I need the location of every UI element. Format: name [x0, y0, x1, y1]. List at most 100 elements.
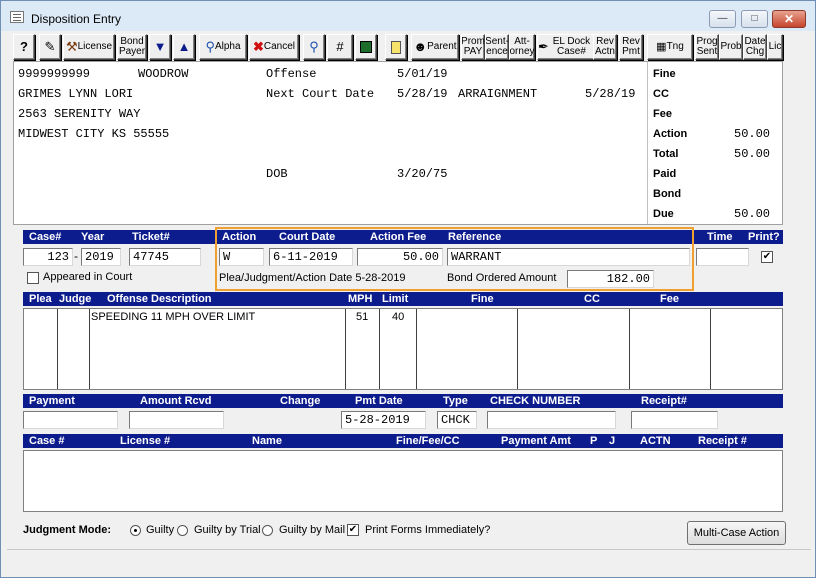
amount-rcvd-header: Amount Rcvd — [140, 395, 212, 407]
notepad-icon — [391, 40, 401, 54]
check-number-header: CHECK NUMBER — [490, 395, 581, 407]
move-up-button[interactable]: ▲ — [173, 34, 195, 60]
print-forms-checkbox[interactable]: ✔ — [347, 524, 359, 536]
magnifier-icon: ⚲ — [205, 39, 215, 54]
ticket-header: Ticket# — [132, 231, 170, 243]
number-button[interactable]: # — [327, 34, 353, 60]
payment-field[interactable] — [23, 411, 118, 429]
next-court-date2: 5/28/19 — [585, 87, 636, 101]
history-payment-header: Payment Amt — [501, 435, 571, 447]
parent-button[interactable]: ☻ Parent — [411, 34, 459, 60]
amount-rcvd-field[interactable] — [129, 411, 224, 429]
sentence-button[interactable]: Sent- ence — [485, 34, 509, 60]
edit-button[interactable]: ✎ — [39, 34, 61, 60]
date-chg-label: Date Chg — [744, 36, 766, 57]
red-x-icon: ✖ — [252, 39, 264, 54]
grid-column-divider — [345, 309, 346, 389]
action-total-label: Action — [653, 128, 688, 140]
check-number-field[interactable] — [487, 411, 616, 429]
number-label: # — [336, 39, 344, 54]
print-checkbox[interactable]: ✔ — [761, 251, 773, 263]
history-actn-header: ACTN — [640, 435, 671, 447]
rev-actn-button[interactable]: Rev Actn — [593, 34, 617, 60]
cancel-label: Cancel — [263, 41, 296, 52]
history-receipt-header: Receipt # — [698, 435, 747, 447]
totals-divider — [647, 62, 648, 224]
bond-payer-button[interactable]: Bond Payer — [117, 34, 147, 60]
double-up-arrow-icon: ▲ — [177, 39, 191, 54]
receipt-field[interactable] — [631, 411, 718, 429]
double-down-arrow-icon: ▼ — [153, 39, 167, 54]
license-button[interactable]: ⚒ License — [63, 34, 115, 60]
close-button[interactable]: ✕ — [772, 10, 806, 28]
alpha-label: Alpha — [214, 41, 241, 52]
lic-button[interactable]: Lic — [767, 34, 783, 60]
grid-column-divider — [710, 309, 711, 389]
pmt-date-field[interactable]: 5-28-2019 — [341, 411, 426, 429]
bond-label: Bond — [653, 188, 682, 200]
tools-icon: ⚒ — [65, 39, 78, 54]
cancel-button[interactable]: ✖ Cancel — [249, 34, 299, 60]
tng-button[interactable]: ▦ Tng — [647, 34, 693, 60]
search-button[interactable]: ⚲ — [303, 34, 325, 60]
multi-case-action-button[interactable]: Multi-Case Action — [687, 521, 786, 545]
payment-header: Payment — [29, 395, 75, 407]
due-value: 50.00 — [734, 207, 771, 221]
next-court-date: 5/28/19 — [397, 87, 448, 101]
limit-header: Limit — [382, 293, 409, 305]
type-field[interactable]: CHCK — [437, 411, 477, 429]
rev-actn-label: Rev Actn — [594, 36, 615, 57]
title-bar: Disposition Entry — □ ✕ — [1, 1, 815, 31]
save-button[interactable] — [355, 34, 377, 60]
rev-pmt-label: Rev Pmt — [622, 36, 640, 57]
fee-header: Fee — [660, 293, 679, 305]
date-chg-button[interactable]: Date Chg — [743, 34, 767, 60]
prom-pay-button[interactable]: Prom PAY — [461, 34, 485, 60]
payment-header-bar: Payment Amount Rcvd Change Pmt Date Type… — [23, 394, 783, 408]
license-label: License — [77, 41, 113, 52]
print-header: Print? — [748, 231, 780, 243]
defendant-id: 9999999999 — [18, 67, 91, 81]
prog-sent-button[interactable]: Prog Sent — [695, 34, 719, 60]
year-field[interactable]: 2019 — [81, 248, 121, 266]
alpha-button[interactable]: ⚲ Alpha — [199, 34, 247, 60]
appeared-checkbox[interactable] — [27, 272, 39, 284]
time-field[interactable] — [696, 248, 749, 266]
move-down-button[interactable]: ▼ — [149, 34, 171, 60]
action-total-value: 50.00 — [734, 127, 771, 141]
guilty-by-mail-radio[interactable] — [262, 525, 273, 536]
status-divider — [7, 549, 811, 550]
app-icon — [10, 11, 24, 23]
history-grid[interactable] — [23, 450, 783, 512]
offense-grid[interactable]: SPEEDING 11 MPH OVER LIMIT 51 40 — [23, 308, 783, 390]
fine-header: Fine — [471, 293, 494, 305]
offense-description-header: Offense Description — [107, 293, 212, 305]
prob-button[interactable]: Prob — [719, 34, 743, 60]
print-forms-label: Print Forms Immediately? — [365, 524, 491, 536]
list-button[interactable] — [385, 34, 407, 60]
defendant-address1: 2563 SERENITY WAY — [18, 107, 141, 121]
edit-icon: ✎ — [44, 39, 56, 54]
maximize-button[interactable]: □ — [741, 10, 768, 28]
defendant-name: GRIMES LYNN LORI — [18, 87, 134, 101]
ticket-field[interactable]: 47745 — [129, 248, 201, 266]
guilty-by-trial-radio[interactable] — [177, 525, 188, 536]
toolbar: ? ✎ ⚒ License Bond Payer ▼ ▲ ⚲ Alpha ✖ Canc… — [13, 34, 783, 60]
offense-date: 5/01/19 — [397, 67, 448, 81]
grid-column-divider — [379, 309, 380, 389]
guilty-radio[interactable] — [130, 525, 141, 536]
parent-label: Parent — [427, 41, 457, 52]
el-dock-case-button[interactable]: ✒ EL Dock Case# — [537, 34, 595, 60]
grid-column-divider — [517, 309, 518, 389]
grid-column-divider — [416, 309, 417, 389]
prog-sent-label: Prog Sent — [696, 36, 718, 57]
case-dash: - — [74, 249, 78, 263]
rev-pmt-button[interactable]: Rev Pmt — [619, 34, 643, 60]
total-value: 50.00 — [734, 147, 771, 161]
help-button[interactable]: ? — [13, 34, 35, 60]
time-header: Time — [707, 231, 733, 243]
prob-label: Prob — [720, 41, 742, 52]
case-number-field[interactable]: 123 — [23, 248, 73, 266]
minimize-button[interactable]: — — [709, 10, 736, 28]
attorney-button[interactable]: Att- orney — [509, 34, 535, 60]
